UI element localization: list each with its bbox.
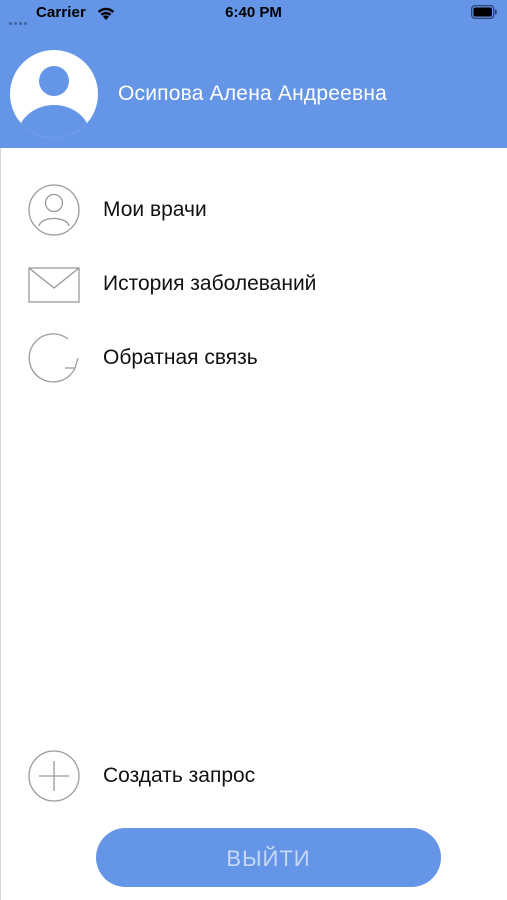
create-request-item[interactable]: Создать запрос [0,750,507,806]
envelope-icon [28,267,80,303]
status-bar: Carrier 6:40 PM [0,0,507,28]
menu-item-label: История заболеваний [103,272,317,295]
status-time: 6:40 PM [225,4,282,21]
user-circle-icon [28,184,80,236]
refresh-icon [28,333,79,383]
create-request-label: Создать запрос [103,764,256,787]
battery-icon [471,5,497,19]
avatar[interactable] [10,50,98,138]
avatar-person-icon [17,66,91,138]
menu-item-label: Обратная связь [103,346,258,369]
menu-item-medical-history[interactable]: История заболеваний [0,258,507,314]
logout-button[interactable]: ВЫЙТИ [96,828,441,887]
profile-header: Carrier 6:40 PM Осипова Алена Андреевна [0,0,507,148]
menu-item-feedback[interactable]: Обратная связь [0,332,507,388]
menu-item-my-doctors[interactable]: Мои врачи [0,184,507,240]
user-name: Осипова Алена Андреевна [118,82,388,105]
menu-item-label: Мои врачи [103,198,207,221]
plus-circle-icon [28,750,80,802]
